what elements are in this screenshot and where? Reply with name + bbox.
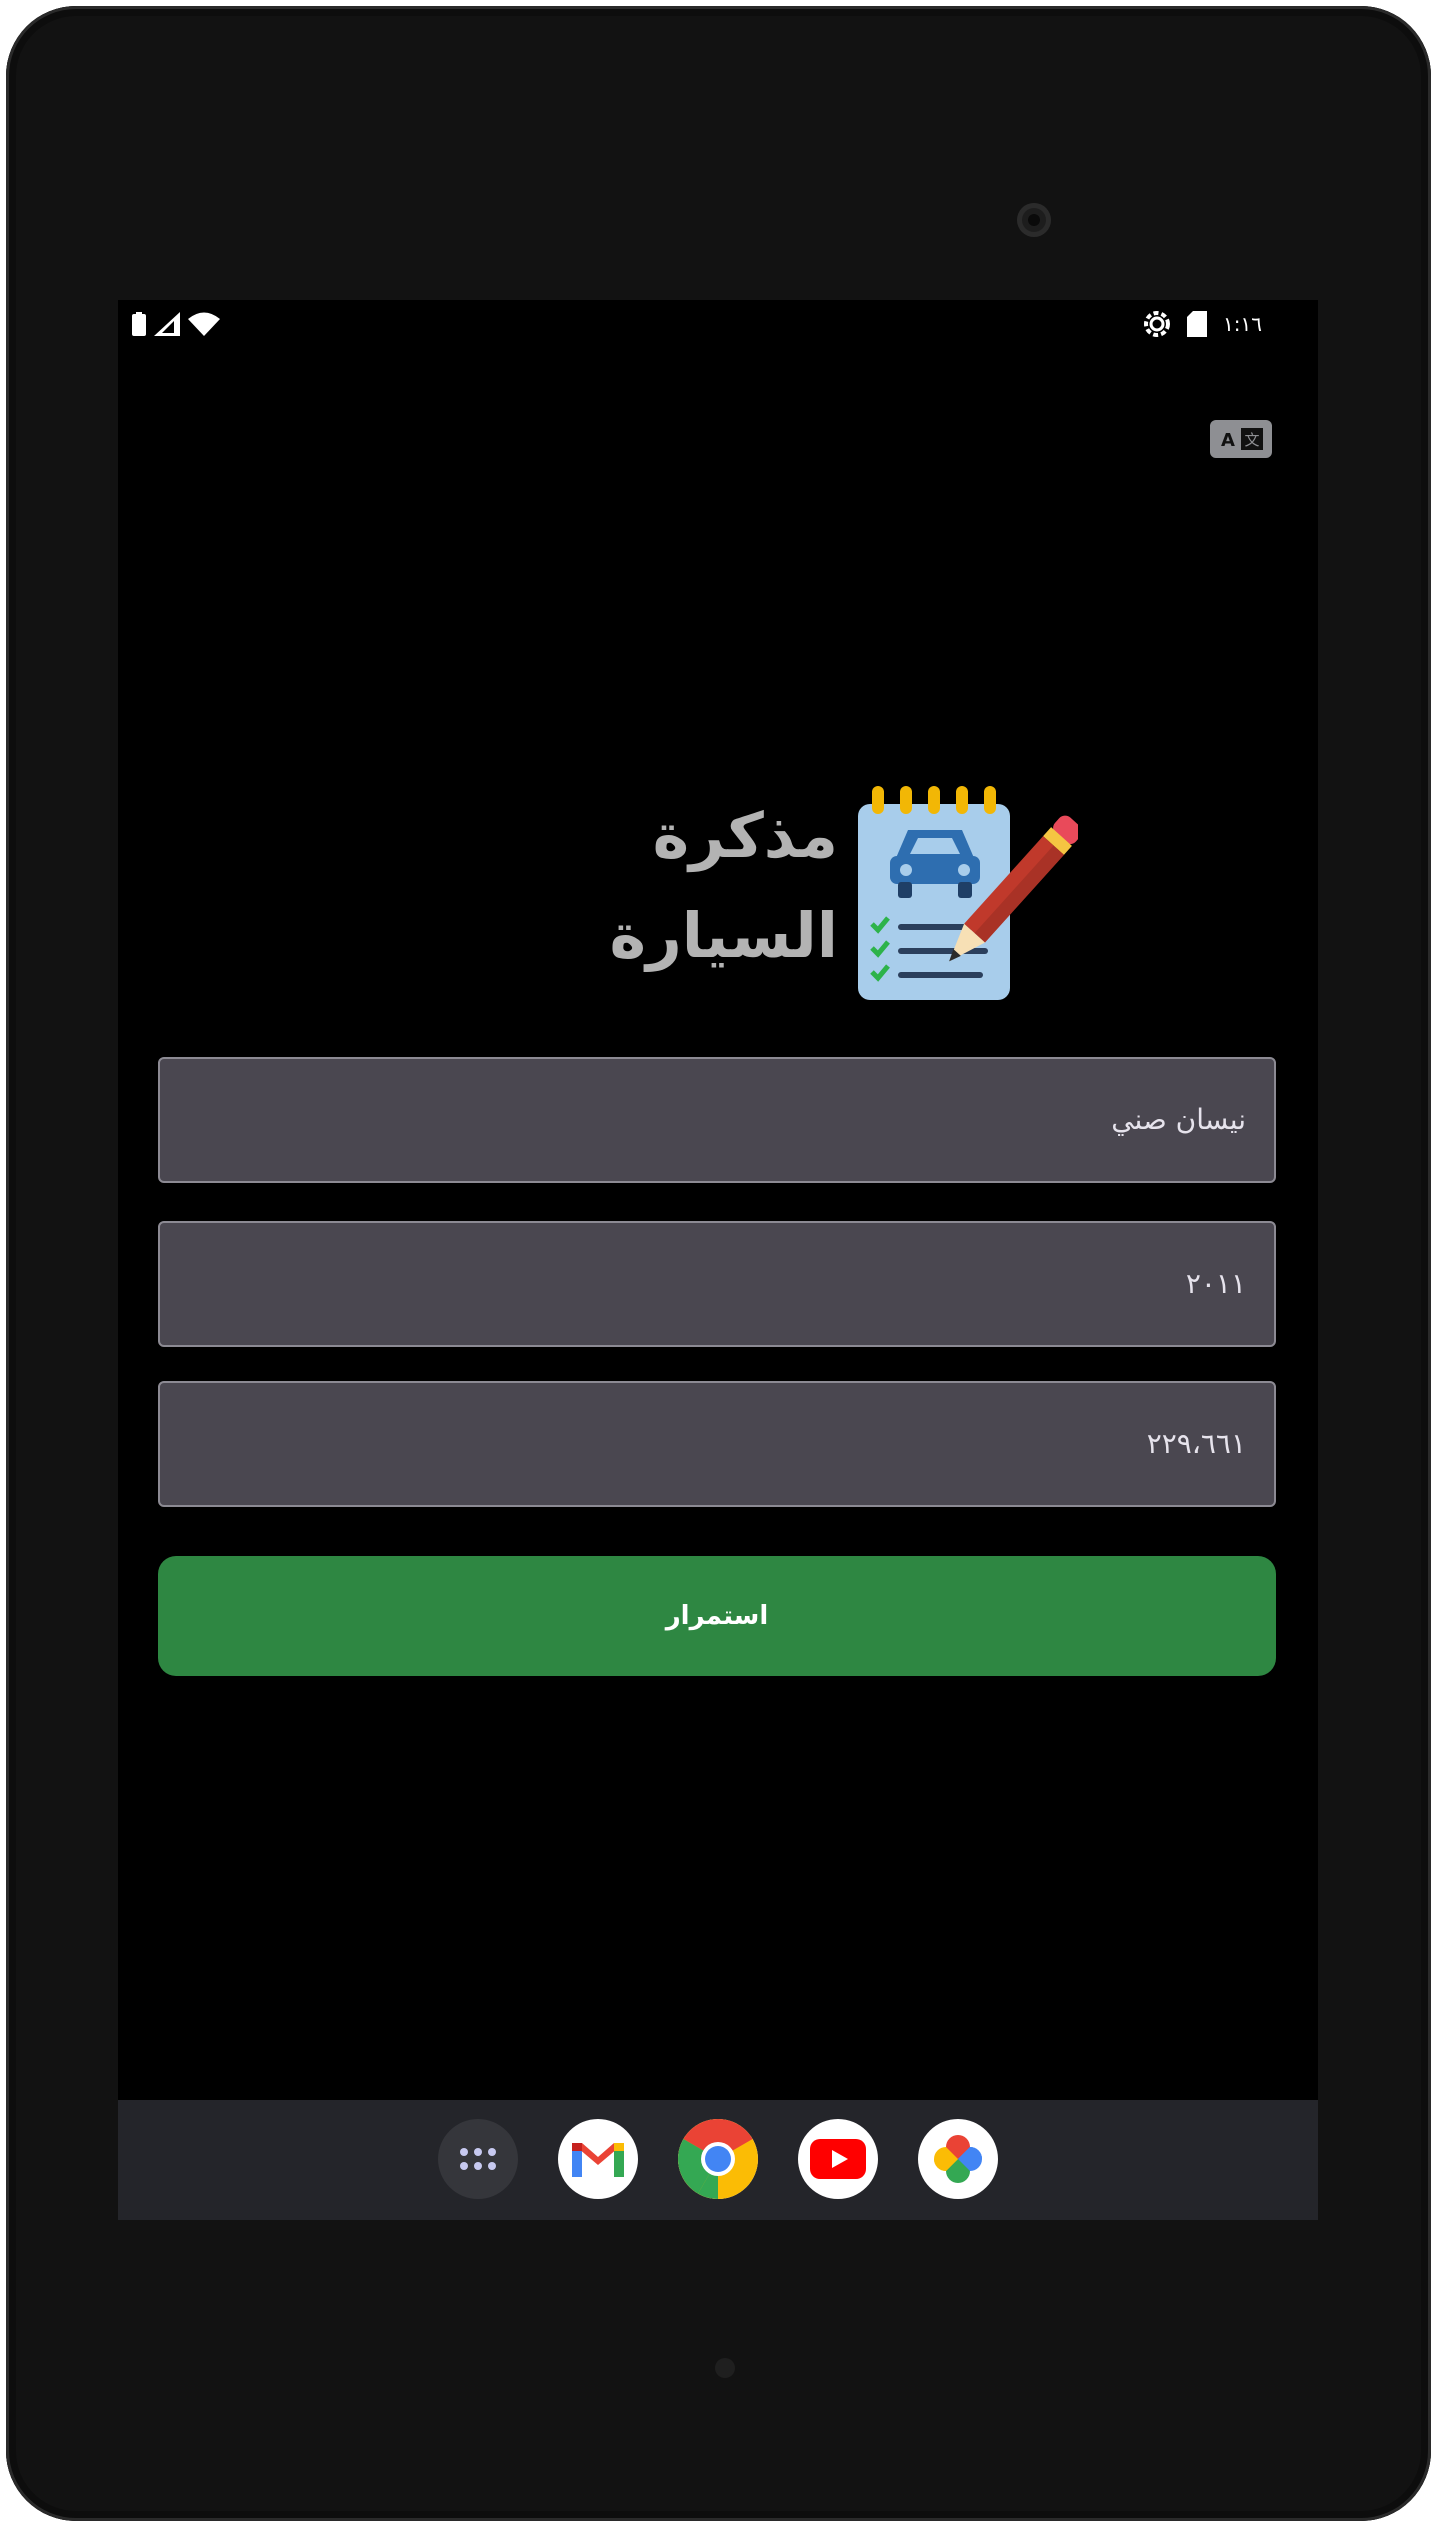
- translate-icon: A 文: [1216, 425, 1266, 453]
- svg-text:文: 文: [1244, 431, 1259, 449]
- app-title-line1: مذكرة: [652, 799, 838, 872]
- mileage-field[interactable]: ٢٢٩،٦٦١: [158, 1381, 1276, 1507]
- chrome-icon[interactable]: [678, 2119, 758, 2199]
- all-apps-icon[interactable]: [438, 2119, 518, 2199]
- battery-icon: [132, 312, 146, 336]
- continue-button[interactable]: استمرار: [158, 1556, 1276, 1676]
- car-model-field[interactable]: نيسان صني: [158, 1057, 1276, 1183]
- car-notepad-icon: [858, 786, 1078, 1000]
- settings-icon: [1144, 311, 1171, 337]
- status-right: ١:١٦: [1143, 310, 1262, 338]
- status-time: ١:١٦: [1223, 312, 1262, 336]
- app-title: مذكرة السيارة: [518, 786, 838, 986]
- mileage-value: ٢٢٩،٦٦١: [1146, 1427, 1246, 1460]
- year-field[interactable]: ٢٠١١: [158, 1221, 1276, 1347]
- signal-icon: [154, 312, 180, 336]
- app-title-line2: السيارة: [609, 899, 838, 972]
- status-bar: ١:١٦: [118, 300, 1318, 350]
- wifi-icon: [188, 312, 220, 336]
- photos-icon[interactable]: [918, 2119, 998, 2199]
- continue-button-label: استمرار: [665, 1601, 769, 1631]
- sd-card-icon: [1187, 311, 1208, 337]
- taskbar: [118, 2100, 1318, 2220]
- car-model-value: نيسان صني: [1111, 1103, 1246, 1136]
- app-header: مذكرة السيارة: [498, 786, 1098, 1001]
- status-left: [132, 312, 220, 336]
- gmail-icon[interactable]: [558, 2119, 638, 2199]
- translate-button[interactable]: A 文: [1210, 420, 1272, 458]
- device-sensor: [715, 2358, 735, 2378]
- youtube-icon[interactable]: [798, 2119, 878, 2199]
- svg-text:A: A: [1221, 430, 1235, 451]
- screen: ١:١٦ A 文 مذكرة السيارة نيسان صني ٢٠١١ ٢٢…: [118, 300, 1318, 2220]
- front-camera: [1017, 203, 1051, 237]
- year-value: ٢٠١١: [1185, 1267, 1246, 1300]
